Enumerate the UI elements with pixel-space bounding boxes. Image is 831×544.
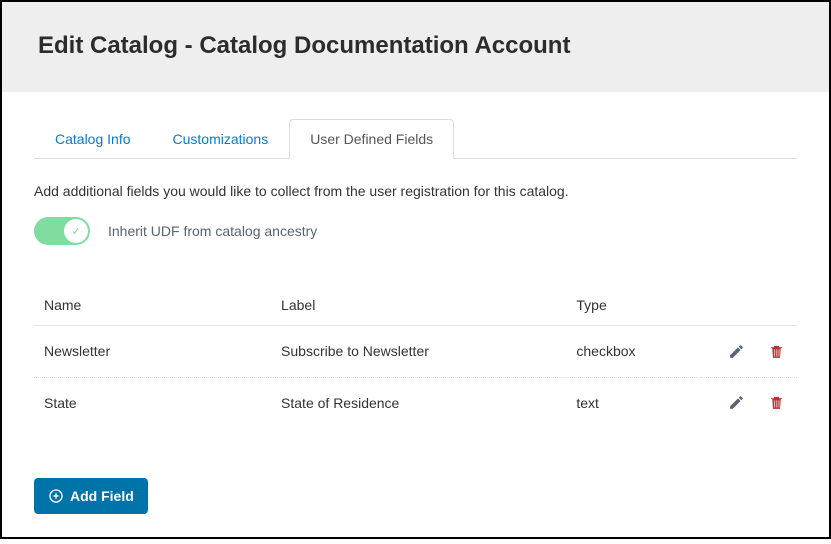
inherit-toggle-label: Inherit UDF from catalog ancestry bbox=[108, 223, 317, 239]
tab-catalog-info[interactable]: Catalog Info bbox=[34, 119, 152, 159]
add-field-label: Add Field bbox=[70, 488, 134, 504]
inherit-toggle-row: ✓ Inherit UDF from catalog ancestry bbox=[34, 217, 797, 245]
table-row: State State of Residence text bbox=[34, 377, 797, 428]
inherit-udf-toggle[interactable]: ✓ bbox=[34, 217, 90, 245]
edit-button[interactable] bbox=[725, 340, 747, 362]
pencil-icon bbox=[728, 343, 745, 360]
tabs-container: Catalog Info Customizations User Defined… bbox=[34, 118, 797, 159]
tab-user-defined-fields[interactable]: User Defined Fields bbox=[289, 119, 454, 159]
check-icon: ✓ bbox=[64, 219, 88, 243]
trash-icon bbox=[768, 343, 785, 360]
cell-label: State of Residence bbox=[271, 377, 566, 428]
content-area: Catalog Info Customizations User Defined… bbox=[2, 92, 829, 544]
table-row: Newsletter Subscribe to Newsletter check… bbox=[34, 326, 797, 378]
column-header-actions bbox=[701, 285, 797, 326]
column-header-type: Type bbox=[566, 285, 701, 326]
cell-name: State bbox=[34, 377, 271, 428]
plus-circle-icon bbox=[48, 488, 64, 504]
add-field-button[interactable]: Add Field bbox=[34, 478, 148, 514]
udf-table: Name Label Type Newsletter Subscribe to … bbox=[34, 285, 797, 428]
cell-type: text bbox=[566, 377, 701, 428]
cell-name: Newsletter bbox=[34, 326, 271, 378]
pencil-icon bbox=[728, 394, 745, 411]
page-header: Edit Catalog - Catalog Documentation Acc… bbox=[2, 2, 829, 92]
page-title: Edit Catalog - Catalog Documentation Acc… bbox=[38, 32, 793, 60]
tab-customizations[interactable]: Customizations bbox=[152, 119, 290, 159]
cell-label: Subscribe to Newsletter bbox=[271, 326, 566, 378]
tab-description: Add additional fields you would like to … bbox=[34, 183, 797, 199]
column-header-name: Name bbox=[34, 285, 271, 326]
column-header-label: Label bbox=[271, 285, 566, 326]
delete-button[interactable] bbox=[765, 340, 787, 362]
edit-button[interactable] bbox=[725, 392, 747, 414]
cell-type: checkbox bbox=[566, 326, 701, 378]
delete-button[interactable] bbox=[765, 392, 787, 414]
trash-icon bbox=[768, 394, 785, 411]
